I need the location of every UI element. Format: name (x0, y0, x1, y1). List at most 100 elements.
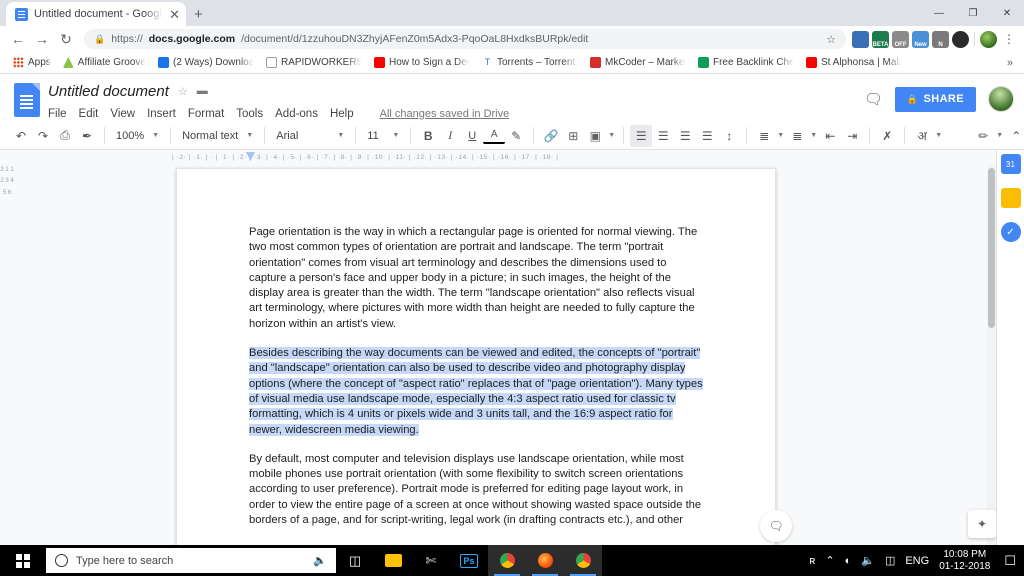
star-icon[interactable]: ☆ (178, 85, 188, 98)
bookmark-torrents[interactable]: T Torrents – Torrent Sit (476, 57, 584, 68)
folder-icon[interactable]: ▬ (197, 85, 208, 97)
horizontal-ruler[interactable]: | ·2· | ·1· | · | ·1· | ·2· | ·3· | ·4· … (170, 150, 790, 165)
extension-n-icon[interactable]: N (932, 30, 949, 48)
profile-avatar[interactable] (980, 30, 997, 48)
extension-off-icon[interactable]: OFF (892, 30, 909, 48)
microphone-icon[interactable]: 🔈 (313, 554, 327, 567)
collapse-toolbar-button[interactable]: ⌃ (1005, 125, 1024, 147)
chrome-window-2[interactable] (564, 545, 602, 576)
pen-workspace-icon[interactable]: ʀ (809, 555, 815, 567)
document-page[interactable]: Page orientation is the way in which a r… (176, 168, 776, 548)
highlight-color-button[interactable]: ✎ (505, 125, 527, 147)
reload-button[interactable]: ↻ (54, 27, 78, 51)
italic-button[interactable]: I (439, 125, 461, 147)
bookmarks-overflow-button[interactable]: » (1007, 57, 1017, 69)
taskbar-clock[interactable]: 10:08 PM 01-12-2018 (939, 549, 990, 573)
menu-add-ons[interactable]: Add-ons (275, 108, 318, 120)
align-left-button[interactable]: ☰ (630, 124, 653, 147)
paragraph-selected[interactable]: Besides describing the way documents can… (249, 346, 703, 438)
bookmark-free-backlink-checker[interactable]: Free Backlink Checke (692, 57, 800, 68)
underline-button[interactable]: U (461, 125, 483, 147)
show-hidden-icons-chevron[interactable]: ⌃ (825, 554, 834, 567)
paragraph-style-dropdown[interactable]: Normal text ▼ (177, 125, 258, 147)
start-button[interactable] (0, 545, 46, 576)
editing-mode-button[interactable]: ✏ (972, 125, 994, 147)
bookmark-how-to-sign[interactable]: How to Sign a Decon (368, 57, 476, 68)
font-size-dropdown[interactable]: 11 ▼ (362, 125, 404, 147)
undo-button[interactable]: ↶ (10, 125, 32, 147)
menu-help[interactable]: Help (330, 108, 354, 120)
chevron-down-icon[interactable]: ▼ (775, 132, 786, 139)
line-spacing-button[interactable]: ↕ (718, 125, 740, 147)
redo-button[interactable]: ↷ (32, 125, 54, 147)
font-dropdown[interactable]: Arial ▼ (271, 125, 349, 147)
comment-history-icon[interactable]: 🗨 (864, 90, 883, 108)
explore-button[interactable]: ✦ (968, 510, 996, 538)
input-tools-button[interactable]: अ (911, 125, 933, 147)
menu-insert[interactable]: Insert (147, 108, 176, 120)
task-view-button[interactable]: ◫ (336, 545, 374, 576)
file-explorer-button[interactable] (374, 545, 412, 576)
add-comment-button[interactable]: ⊞ (562, 125, 584, 147)
photoshop-button[interactable]: Ps (450, 545, 488, 576)
clear-formatting-button[interactable]: ✗ (876, 125, 898, 147)
zoom-dropdown[interactable]: 100% ▼ (111, 125, 164, 147)
decrease-indent-button[interactable]: ⇤ (819, 125, 841, 147)
paint-format-button[interactable]: ✒ (76, 125, 98, 147)
bulleted-list-button[interactable]: ≣ (786, 125, 808, 147)
bookmark-affiliate-groove[interactable]: Affiliate Groove (57, 57, 152, 68)
tasks-icon[interactable]: ✓ (1000, 222, 1021, 242)
chevron-down-icon[interactable]: ▼ (994, 132, 1005, 139)
volume-icon[interactable]: 🔈 (861, 554, 875, 567)
extension-new-icon[interactable]: New (912, 30, 929, 48)
keep-icon[interactable] (1000, 188, 1021, 208)
account-avatar[interactable] (988, 86, 1014, 112)
minimize-button[interactable]: — (922, 0, 956, 26)
print-button[interactable]: ⎙ (54, 125, 76, 147)
extension-blue-icon[interactable] (852, 30, 869, 48)
bookmark-download[interactable]: (2 Ways) Download H (152, 57, 260, 68)
action-center-icon[interactable]: ☐ (1000, 553, 1016, 569)
extension-beta-icon[interactable]: BETA (872, 30, 889, 48)
share-button[interactable]: 🔒 SHARE (894, 86, 976, 112)
chrome-menu-icon[interactable]: ⋮ (1000, 32, 1018, 46)
add-comment-fab[interactable]: 🗨 (760, 510, 792, 542)
bookmark-rapidworkers[interactable]: RAPIDWORKERS (260, 57, 368, 68)
address-bar[interactable]: 🔒 https:// docs.google.com/document/d/1zz… (84, 29, 846, 49)
browser-tab[interactable]: Untitled document - Google Doc ✕ (6, 2, 186, 26)
extension-dark-icon[interactable] (952, 30, 969, 48)
align-right-button[interactable]: ☰ (674, 125, 696, 147)
numbered-list-button[interactable]: ≣ (753, 125, 775, 147)
text-color-button[interactable]: A (483, 127, 506, 144)
insert-link-button[interactable]: 🔗 (540, 125, 562, 147)
align-center-button[interactable]: ☰ (652, 125, 674, 147)
menu-format[interactable]: Format (188, 108, 224, 120)
bookmark-mkcoder[interactable]: MkCoder – Market fo (584, 57, 692, 68)
snipping-tool-button[interactable]: ✄ (412, 545, 450, 576)
paragraph[interactable]: By default, most computer and television… (249, 452, 703, 528)
tab-close-icon[interactable]: ✕ (169, 8, 180, 21)
bookmark-star-icon[interactable]: ☆ (826, 33, 836, 46)
menu-file[interactable]: File (48, 108, 67, 120)
menu-tools[interactable]: Tools (236, 108, 263, 120)
increase-indent-button[interactable]: ⇥ (841, 125, 863, 147)
chevron-down-icon[interactable]: ▼ (933, 132, 944, 139)
firefox-window[interactable] (526, 545, 564, 576)
menu-edit[interactable]: Edit (79, 108, 99, 120)
align-justify-button[interactable]: ☰ (696, 125, 718, 147)
bookmark-st-alphonsa[interactable]: St Alphonsa | Malaya (800, 57, 908, 68)
new-tab-button[interactable]: + (194, 7, 203, 22)
language-indicator[interactable]: ENG (905, 555, 929, 567)
insert-image-button[interactable]: ▣ (584, 125, 606, 147)
forward-button[interactable]: → (30, 27, 54, 51)
bookmark-apps[interactable]: Apps (7, 57, 57, 68)
document-title[interactable]: Untitled document (48, 83, 169, 100)
calendar-icon[interactable]: 31 (1000, 154, 1021, 174)
chevron-down-icon[interactable]: ▼ (606, 132, 617, 139)
back-button[interactable]: ← (6, 27, 30, 51)
bold-button[interactable]: B (417, 125, 439, 147)
paragraph[interactable]: Page orientation is the way in which a r… (249, 225, 703, 332)
scrollbar-thumb[interactable] (988, 168, 995, 328)
window-close-button[interactable]: ✕ (990, 0, 1024, 26)
maximize-button[interactable]: ❐ (956, 0, 990, 26)
